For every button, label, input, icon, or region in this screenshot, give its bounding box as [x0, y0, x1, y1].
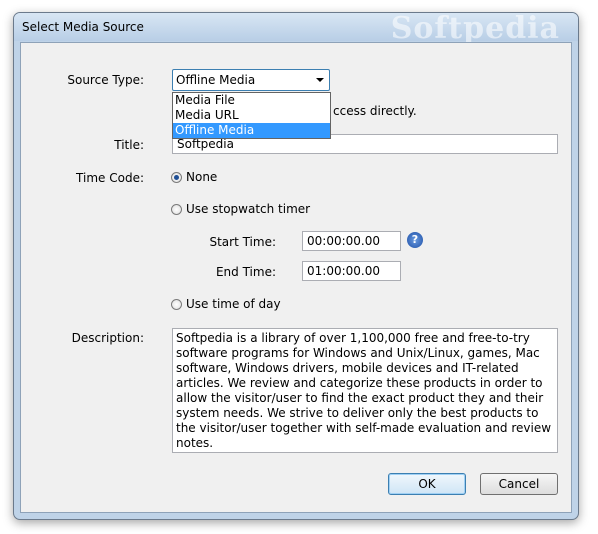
radio-time-of-day-indicator [171, 298, 182, 310]
start-time-label: Start Time: [209, 235, 276, 249]
radio-stopwatch-label: Use stopwatch timer [186, 202, 311, 216]
description-textarea[interactable]: Softpedia is a library of over 1,100,000… [172, 328, 558, 453]
time-code-label: Time Code: [76, 171, 144, 185]
radio-none[interactable]: None [171, 170, 217, 184]
radio-time-of-day-label: Use time of day [186, 297, 281, 311]
ok-button[interactable]: OK [388, 473, 466, 495]
title-label: Title: [114, 138, 144, 152]
source-type-value: Offline Media [176, 73, 256, 87]
option-media-url[interactable]: Media URL [173, 108, 330, 123]
radio-stopwatch-indicator [171, 203, 182, 215]
help-icon[interactable]: ? [407, 232, 423, 248]
radio-time-of-day[interactable]: Use time of day [171, 297, 281, 311]
source-hint-text: ccess directly. [333, 104, 417, 118]
cancel-button[interactable]: Cancel [480, 473, 558, 495]
start-time-input[interactable]: 00:00:00.00 [302, 231, 401, 251]
end-time-label: End Time: [215, 265, 276, 279]
description-label: Description: [71, 331, 144, 345]
radio-none-indicator [171, 171, 182, 183]
chevron-down-icon [316, 78, 324, 82]
source-type-label: Source Type: [67, 73, 144, 87]
option-offline-media[interactable]: Offline Media [173, 123, 330, 138]
select-media-source-dialog: Select Media Source Softpedia Source Typ… [13, 12, 579, 520]
window-title: Select Media Source [22, 20, 144, 34]
source-type-dropdown[interactable]: Offline Media [172, 69, 330, 91]
title-bar[interactable]: Select Media Source Softpedia [14, 13, 578, 46]
end-time-input[interactable]: 01:00:00.00 [302, 261, 401, 281]
radio-stopwatch[interactable]: Use stopwatch timer [171, 202, 310, 216]
option-media-file[interactable]: Media File [173, 93, 330, 108]
radio-none-label: None [186, 170, 218, 184]
source-type-options-list: Media File Media URL Offline Media [172, 92, 331, 139]
watermark: Softpedia [390, 12, 560, 46]
dialog-client-area: Source Type: Offline Media Media File Me… [20, 42, 572, 513]
